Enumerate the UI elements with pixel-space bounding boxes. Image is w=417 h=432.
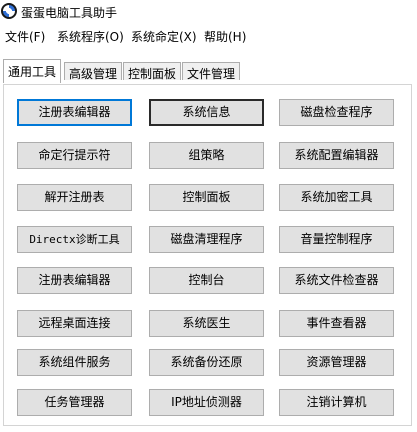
console-button[interactable]: 控制台 [149,267,264,294]
volume-control-button[interactable]: 音量控制程序 [279,226,394,253]
disk-cleanup-button[interactable]: 磁盘清理程序 [149,226,264,253]
disk-check-button[interactable]: 磁盘检查程序 [279,99,394,126]
tab-file-management[interactable]: 文件管理 [182,62,241,81]
command-prompt-button[interactable]: 命定行提示符 [17,142,132,169]
directx-diag-button[interactable]: Directx诊断工具 [17,226,132,253]
system-config-button[interactable]: 系统配置编辑器 [279,142,394,169]
menu-system-commands[interactable]: 系统命定(X) [131,28,197,45]
logoff-button[interactable]: 注销计算机 [279,389,394,416]
task-manager-button[interactable]: 任务管理器 [17,389,132,416]
registry-editor-button[interactable]: 注册表编辑器 [17,99,132,126]
app-logo-icon [1,3,17,19]
menu-file[interactable]: 文件(F) [5,28,45,45]
window-title: 蛋蛋电脑工具助手 [21,6,118,20]
menu-bar: 文件(F) 系统程序(O) 系统命定(X) 帮助(H) [0,24,417,46]
control-panel-button[interactable]: 控制面板 [149,184,264,211]
event-viewer-button[interactable]: 事件查看器 [279,310,394,337]
group-policy-button[interactable]: 组策略 [149,142,264,169]
registry-editor-2-button[interactable]: 注册表编辑器 [17,267,132,294]
system-doctor-button[interactable]: 系统医生 [149,310,264,337]
backup-restore-button[interactable]: 系统备份还原 [149,349,264,376]
remote-desktop-button[interactable]: 远程桌面连接 [17,310,132,337]
component-services-button[interactable]: 系统组件服务 [17,349,132,376]
tab-advanced-management[interactable]: 高级管理 [64,62,123,81]
system-encryption-button[interactable]: 系统加密工具 [279,184,394,211]
tab-panel-general-tools: 注册表编辑器 系统信息 磁盘检查程序 命定行提示符 组策略 系统配置编辑器 解开… [3,84,412,426]
system-file-checker-button[interactable]: 系统文件检查器 [279,267,394,294]
explorer-button[interactable]: 资源管理器 [279,349,394,376]
ip-detector-button[interactable]: IP地址侦测器 [149,389,264,416]
system-info-button[interactable]: 系统信息 [149,99,264,126]
tab-strip: 通用工具 高级管理 控制面板 文件管理 [0,58,417,84]
tab-control-panel[interactable]: 控制面板 [123,62,182,81]
menu-help[interactable]: 帮助(H) [204,28,246,45]
unlock-registry-button[interactable]: 解开注册表 [17,184,132,211]
tab-general-tools[interactable]: 通用工具 [3,59,62,83]
title-bar: 蛋蛋电脑工具助手 [0,0,417,24]
menu-system-programs[interactable]: 系统程序(O) [57,28,124,45]
